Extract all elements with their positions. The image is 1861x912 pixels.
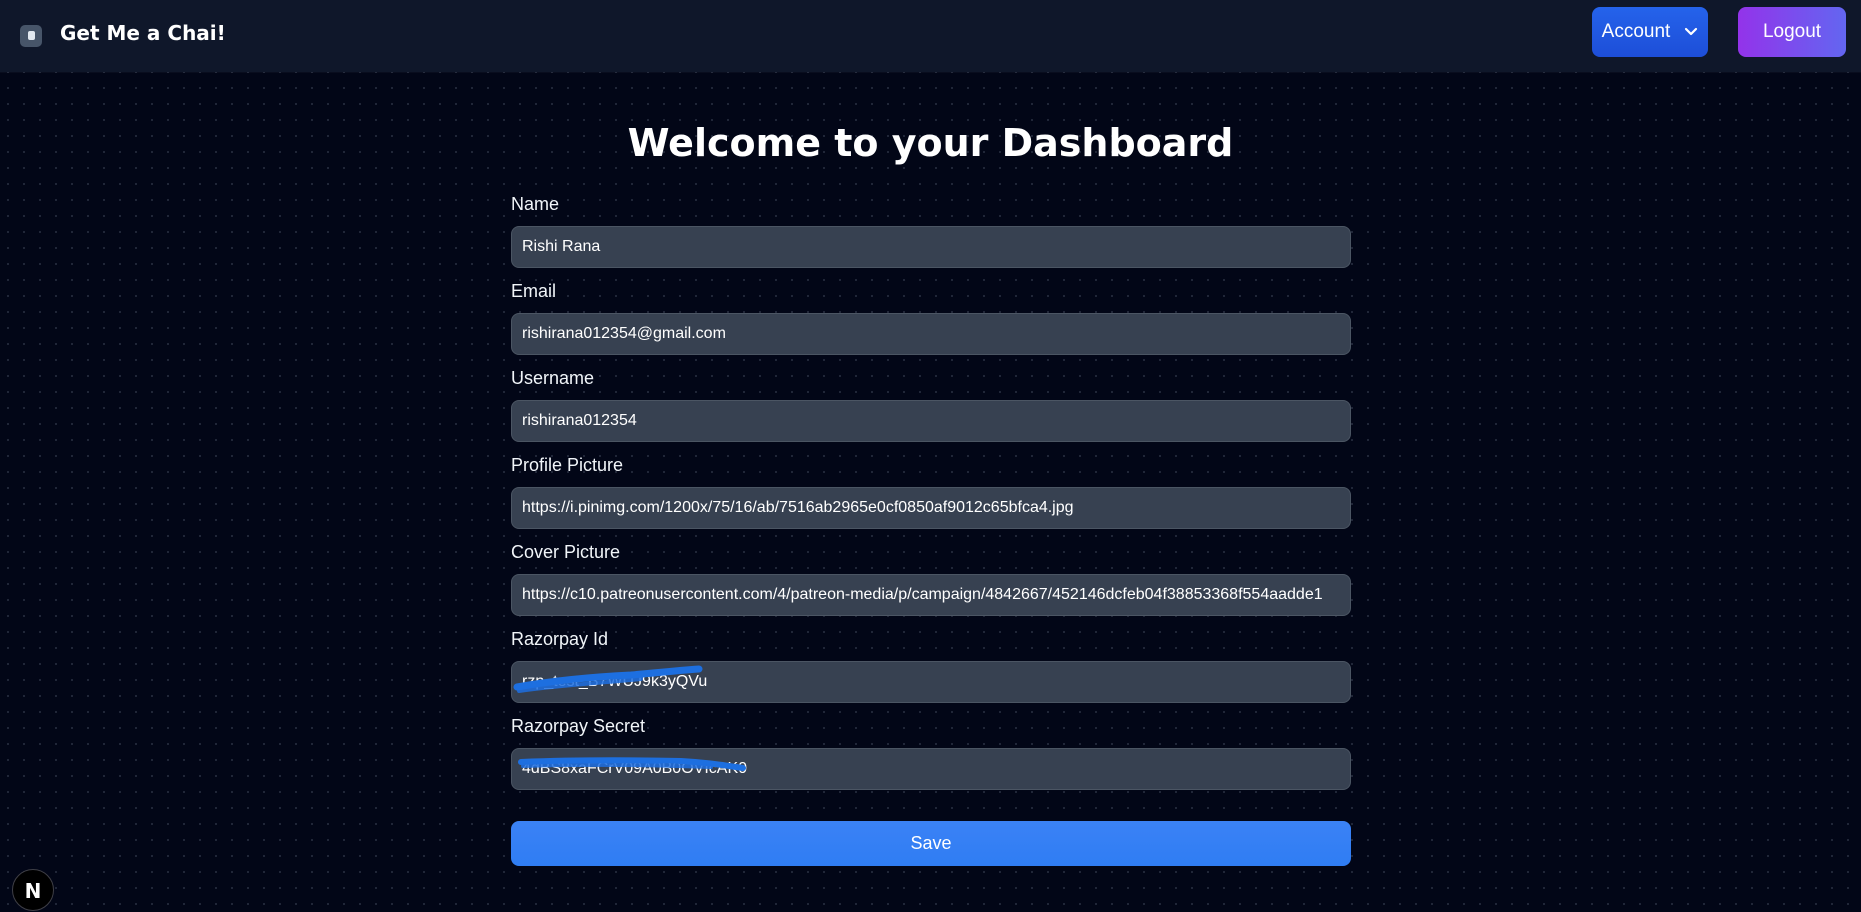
cover-picture-field-group: Cover Picture: [511, 540, 1351, 627]
cover-picture-input[interactable]: [511, 574, 1351, 616]
razorpay-id-field-group: Razorpay Id: [511, 627, 1351, 714]
name-input[interactable]: [511, 226, 1351, 268]
account-dropdown-button[interactable]: Account: [1592, 7, 1708, 57]
name-field-group: Name: [511, 192, 1351, 279]
razorpay-id-input[interactable]: [511, 661, 1351, 703]
razorpay-secret-input[interactable]: [511, 748, 1351, 790]
top-navbar: Get Me a Chai! Account Logout: [0, 0, 1861, 72]
brand-title[interactable]: Get Me a Chai!: [60, 18, 226, 48]
profile-picture-input[interactable]: [511, 487, 1351, 529]
name-label: Name: [511, 194, 560, 214]
profile-picture-label: Profile Picture: [511, 455, 624, 475]
username-label: Username: [511, 368, 595, 388]
profile-picture-field-group: Profile Picture: [511, 453, 1351, 540]
razorpay-secret-label: Razorpay Secret: [511, 716, 646, 736]
username-input[interactable]: [511, 400, 1351, 442]
username-field-group: Username: [511, 366, 1351, 453]
email-input[interactable]: [511, 313, 1351, 355]
dev-tools-badge[interactable]: N: [12, 869, 54, 911]
email-label: Email: [511, 281, 557, 301]
page-title: Welcome to your Dashboard: [627, 121, 1234, 165]
chevron-down-icon: [1685, 27, 1698, 36]
email-field-group: Email: [511, 279, 1351, 366]
logout-button[interactable]: Logout: [1738, 7, 1846, 57]
save-button[interactable]: Save: [511, 821, 1351, 866]
razorpay-secret-field-group: Razorpay Secret: [511, 714, 1351, 801]
brand[interactable]: Get Me a Chai!: [20, 18, 226, 48]
dashboard-form: Name Email Username Profile Picture Cove…: [511, 192, 1351, 801]
logo-icon: [20, 25, 42, 47]
razorpay-id-label: Razorpay Id: [511, 629, 609, 649]
account-button-label: Account: [1601, 21, 1671, 42]
cover-picture-label: Cover Picture: [511, 542, 621, 562]
